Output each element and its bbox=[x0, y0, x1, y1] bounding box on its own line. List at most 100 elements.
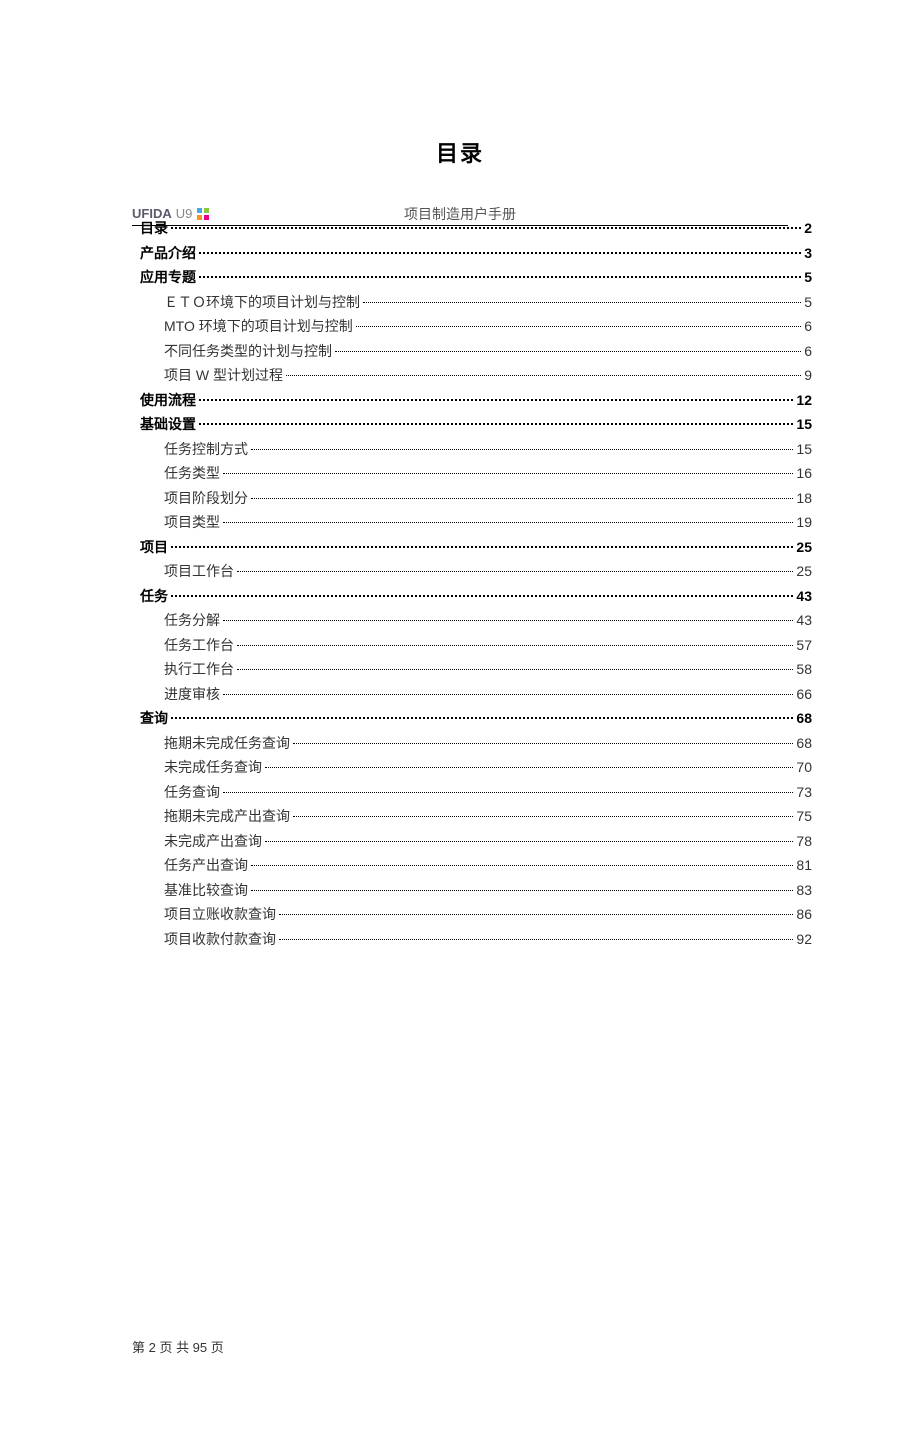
toc-entry[interactable]: 使用流程 12 bbox=[140, 388, 812, 413]
toc-entry-page: 43 bbox=[796, 608, 812, 633]
toc-entry-page: 68 bbox=[796, 731, 812, 756]
toc-dots-leader bbox=[265, 767, 793, 768]
toc-dots-leader bbox=[223, 473, 793, 474]
toc-entry[interactable]: 未完成产出查询78 bbox=[140, 829, 812, 854]
toc-entry-page: 73 bbox=[796, 780, 812, 805]
toc-entry-page: 12 bbox=[796, 388, 812, 413]
toc-dots-leader bbox=[279, 939, 793, 940]
toc-entry-label: 使用流程 bbox=[140, 388, 196, 413]
logo-icon bbox=[196, 207, 210, 221]
toc-entry[interactable]: 不同任务类型的计划与控制 6 bbox=[140, 339, 812, 364]
toc-entry[interactable]: 查询68 bbox=[140, 706, 812, 731]
toc-entry[interactable]: ＥＴＯ环境下的项目计划与控制5 bbox=[140, 290, 812, 315]
toc-entry-label: 项目 bbox=[140, 535, 168, 560]
toc-entry-page: 18 bbox=[796, 486, 812, 511]
toc-dots-leader bbox=[251, 449, 793, 450]
toc-entry-label: 基础设置 bbox=[140, 412, 196, 437]
toc-entry[interactable]: MTO 环境下的项目计划与控制 6 bbox=[140, 314, 812, 339]
toc-entry-label: 执行工作台 bbox=[164, 657, 234, 682]
toc-entry-page: 15 bbox=[796, 437, 812, 462]
toc-entry[interactable]: 项目25 bbox=[140, 535, 812, 560]
toc-entry-label: 任务类型 bbox=[164, 461, 220, 486]
toc-entry[interactable]: 应用专题 5 bbox=[140, 265, 812, 290]
toc-dots-leader bbox=[199, 423, 793, 425]
toc-entry-page: 19 bbox=[796, 510, 812, 535]
toc-entry-label: 项目 W 型计划过程 bbox=[164, 363, 283, 388]
toc-entry[interactable]: 基准比较查询83 bbox=[140, 878, 812, 903]
toc-entry-label: 项目工作台 bbox=[164, 559, 234, 584]
toc-entry[interactable]: 未完成任务查询 70 bbox=[140, 755, 812, 780]
toc-entry[interactable]: 项目立账收款查询 86 bbox=[140, 902, 812, 927]
toc-entry[interactable]: 任务43 bbox=[140, 584, 812, 609]
toc-entry[interactable]: 任务产出查询81 bbox=[140, 853, 812, 878]
toc-entry-page: 6 bbox=[804, 339, 812, 364]
toc-entry-label: 进度审核 bbox=[164, 682, 220, 707]
toc-entry-label: 任务分解 bbox=[164, 608, 220, 633]
toc-dots-leader bbox=[171, 227, 801, 229]
logo-main-text: UFIDA bbox=[132, 206, 172, 221]
toc-entry[interactable]: 项目类型 19 bbox=[140, 510, 812, 535]
toc-entry[interactable]: 项目 W 型计划过程 9 bbox=[140, 363, 812, 388]
page-footer: 第 2 页 共 95 页 bbox=[132, 1337, 224, 1356]
toc-dots-leader bbox=[171, 717, 793, 719]
toc-entry-label: 任务工作台 bbox=[164, 633, 234, 658]
toc-entry[interactable]: 产品介绍3 bbox=[140, 241, 812, 266]
toc-entry-label: 任务控制方式 bbox=[164, 437, 248, 462]
toc-entry-label: 应用专题 bbox=[140, 265, 196, 290]
toc-dots-leader bbox=[251, 865, 793, 866]
toc-entry-page: 5 bbox=[804, 290, 812, 315]
toc-entry-label: 项目立账收款查询 bbox=[164, 902, 276, 927]
toc-entry-label: 拖期未完成任务查询 bbox=[164, 731, 290, 756]
toc-dots-leader bbox=[223, 522, 793, 523]
toc-entry[interactable]: 拖期未完成任务查询 68 bbox=[140, 731, 812, 756]
toc-entry[interactable]: 项目收款付款查询92 bbox=[140, 927, 812, 952]
toc-entry-page: 66 bbox=[796, 682, 812, 707]
toc-entry-page: 86 bbox=[796, 902, 812, 927]
toc-entry-page: 75 bbox=[796, 804, 812, 829]
toc-entry-page: 68 bbox=[796, 706, 812, 731]
toc-entry[interactable]: 任务类型16 bbox=[140, 461, 812, 486]
toc-dots-leader bbox=[293, 816, 793, 817]
toc-entry[interactable]: 基础设置15 bbox=[140, 412, 812, 437]
toc-entry-page: 2 bbox=[804, 216, 812, 241]
toc-entry[interactable]: 项目工作台 25 bbox=[140, 559, 812, 584]
toc-entry-page: 58 bbox=[796, 657, 812, 682]
toc-entry[interactable]: 拖期未完成产出查询 75 bbox=[140, 804, 812, 829]
toc-entry-page: 5 bbox=[804, 265, 812, 290]
toc-entry-page: 25 bbox=[796, 559, 812, 584]
toc-dots-leader bbox=[237, 645, 793, 646]
toc-entry-page: 92 bbox=[796, 927, 812, 952]
toc-entry[interactable]: 执行工作台 58 bbox=[140, 657, 812, 682]
toc-entry-label: 项目阶段划分 bbox=[164, 486, 248, 511]
toc-entry-page: 6 bbox=[804, 314, 812, 339]
toc-entry-page: 9 bbox=[804, 363, 812, 388]
toc-dots-leader bbox=[171, 595, 793, 597]
header-doc-title: 项目制造用户手册 bbox=[404, 204, 516, 224]
toc-entry-label: 项目类型 bbox=[164, 510, 220, 535]
toc-dots-leader bbox=[251, 890, 793, 891]
toc-dots-leader bbox=[237, 571, 793, 572]
toc-entry[interactable]: 项目阶段划分 18 bbox=[140, 486, 812, 511]
toc-entry-page: 83 bbox=[796, 878, 812, 903]
toc-entry-label: MTO 环境下的项目计划与控制 bbox=[164, 314, 353, 339]
page-header: UFIDA U9 项目制造用户手册 bbox=[132, 206, 788, 226]
toc-dots-leader bbox=[199, 399, 793, 401]
toc-entry-label: 拖期未完成产出查询 bbox=[164, 804, 290, 829]
toc-entry[interactable]: 任务查询 73 bbox=[140, 780, 812, 805]
toc-entry-page: 57 bbox=[796, 633, 812, 658]
toc-entry[interactable]: 任务工作台 57 bbox=[140, 633, 812, 658]
toc-dots-leader bbox=[335, 351, 801, 352]
toc-dots-leader bbox=[237, 669, 793, 670]
toc-dots-leader bbox=[199, 252, 801, 254]
toc-entry-label: 任务查询 bbox=[164, 780, 220, 805]
toc-entry-label: 未完成任务查询 bbox=[164, 755, 262, 780]
toc-entry-label: 不同任务类型的计划与控制 bbox=[164, 339, 332, 364]
toc-entry-page: 81 bbox=[796, 853, 812, 878]
toc-dots-leader bbox=[171, 546, 793, 548]
toc-entry[interactable]: 进度审核 66 bbox=[140, 682, 812, 707]
toc-entry[interactable]: 任务分解 43 bbox=[140, 608, 812, 633]
toc-entry-page: 70 bbox=[796, 755, 812, 780]
toc-dots-leader bbox=[223, 694, 793, 695]
page-title: 目录 bbox=[0, 136, 920, 168]
toc-entry[interactable]: 任务控制方式 15 bbox=[140, 437, 812, 462]
